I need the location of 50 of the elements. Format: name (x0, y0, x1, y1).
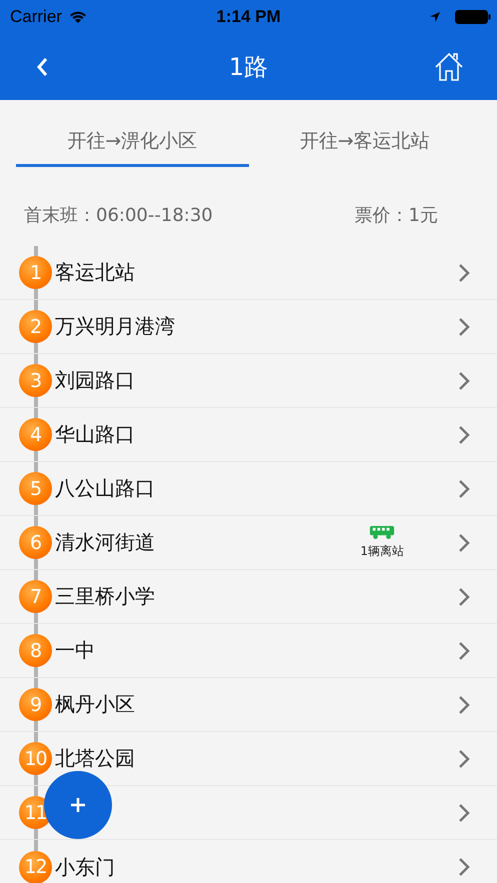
station-name[interactable]: 客运北站 (55, 259, 458, 286)
chevron-icon[interactable] (458, 532, 470, 552)
station-number: 10 (19, 742, 52, 775)
station-name[interactable]: 万兴明月港湾 (55, 313, 458, 340)
station-name[interactable]: 枫丹小区 (55, 691, 458, 718)
location-arrow-icon (429, 10, 441, 22)
direction-tab[interactable]: 开往→淠化小区 (16, 120, 248, 167)
station-name[interactable]: 北塔公园 (55, 745, 458, 772)
plus-icon (70, 797, 86, 813)
chevron-icon[interactable] (458, 802, 470, 822)
bus-status: 1辆离站 (360, 543, 404, 560)
station-name[interactable]: 清水河街道 (55, 529, 360, 556)
station-name[interactable]: 一中 (55, 637, 458, 664)
station-number: 8 (19, 634, 52, 667)
station-number: 6 (19, 526, 52, 559)
chevron-icon[interactable] (458, 640, 470, 660)
chevron-icon[interactable] (458, 316, 470, 336)
chevron-icon[interactable] (458, 694, 470, 714)
bus-icon (369, 525, 396, 540)
station-name[interactable]: 小东门 (55, 854, 458, 880)
service-hours: 首末班：06:00--18:30 (24, 204, 213, 228)
back-icon[interactable] (37, 56, 49, 76)
chevron-icon[interactable] (458, 262, 470, 282)
chevron-icon[interactable] (458, 370, 470, 390)
station-name[interactable]: 华山路口 (55, 421, 458, 448)
station-name[interactable]: 刘园路口 (55, 367, 458, 394)
station-number: 2 (19, 310, 52, 343)
chevron-icon[interactable] (458, 478, 470, 498)
chevron-icon[interactable] (458, 857, 470, 877)
status-time: 1:14 PM (215, 6, 282, 26)
station-number: 1 (19, 256, 52, 289)
station-number: 7 (19, 580, 52, 613)
station-name[interactable]: 八公山路口 (55, 475, 458, 502)
station-name[interactable]: 三里桥小学 (55, 583, 458, 610)
chevron-icon[interactable] (458, 424, 470, 444)
add-button[interactable] (44, 771, 112, 839)
station-number: 3 (19, 364, 52, 397)
station-number: 12 (19, 850, 52, 883)
home-icon[interactable] (434, 52, 464, 82)
station-number: 9 (19, 688, 52, 721)
station-number: 5 (19, 472, 52, 505)
battery-icon (455, 10, 491, 24)
chevron-icon[interactable] (458, 586, 470, 606)
nav-title: 1路 (228, 52, 270, 82)
chevron-icon[interactable] (458, 748, 470, 768)
fare-label: 票价：1元 (354, 204, 438, 228)
carrier-label: Carrier (10, 6, 62, 26)
station-number: 4 (19, 418, 52, 451)
direction-tab[interactable]: 开往→客运北站 (248, 120, 481, 167)
wifi-icon (68, 10, 88, 24)
